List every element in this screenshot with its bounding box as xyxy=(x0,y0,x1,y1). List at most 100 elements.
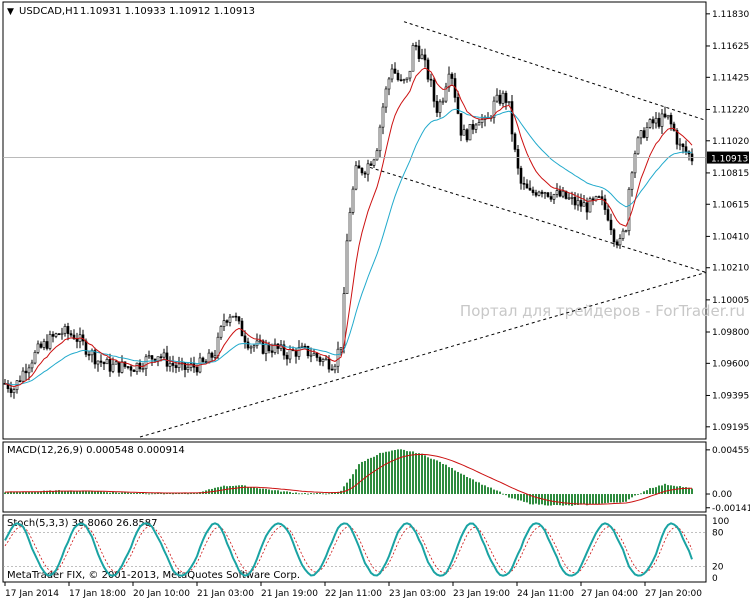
candle-body xyxy=(378,126,382,152)
candle-body xyxy=(51,334,55,337)
candle-body xyxy=(12,389,16,393)
dropdown-triangle-icon[interactable]: ▼ xyxy=(7,7,14,17)
macd-bar xyxy=(292,492,294,495)
macd-bar xyxy=(379,452,381,495)
price-tick-label: 1.10410 xyxy=(712,232,749,242)
macd-bar xyxy=(145,493,147,495)
candle-body xyxy=(462,129,466,136)
macd-bar xyxy=(640,493,642,495)
macd-bar xyxy=(664,483,666,495)
macd-tick-label: -0.001419 xyxy=(712,504,750,514)
macd-bar xyxy=(442,464,444,495)
macd-bar xyxy=(163,493,165,495)
macd-bar xyxy=(91,491,93,495)
candle-body xyxy=(39,343,43,348)
macd-bar xyxy=(625,494,627,502)
candle-body xyxy=(654,117,658,124)
macd-bar xyxy=(73,491,75,495)
macd-bar xyxy=(526,494,528,503)
candle-body xyxy=(468,124,472,141)
candle-body xyxy=(336,348,340,367)
macd-bar xyxy=(466,477,468,495)
candle-body xyxy=(117,361,121,373)
macd-bar xyxy=(601,494,603,504)
candle-body xyxy=(681,143,685,148)
candle-body xyxy=(234,315,238,318)
candle-body xyxy=(543,192,547,194)
macd-bar xyxy=(277,490,279,495)
candle-body xyxy=(678,143,682,146)
candle-body xyxy=(405,77,409,80)
candle-body xyxy=(657,117,661,127)
candle-body xyxy=(213,355,217,358)
candle-body xyxy=(252,345,256,348)
macd-bar xyxy=(253,487,255,495)
macd-bar xyxy=(148,493,150,495)
macd-bar xyxy=(499,491,501,495)
candle-body xyxy=(147,355,151,358)
candle-body xyxy=(144,356,148,370)
price-tick-label: 1.09600 xyxy=(712,359,749,369)
candle-body xyxy=(477,122,481,126)
macd-bar xyxy=(643,491,645,495)
macd-bar xyxy=(637,494,639,495)
macd-bar xyxy=(445,464,447,495)
macd-bar xyxy=(400,449,402,495)
candle-body xyxy=(411,45,415,72)
price-tick-label: 1.10210 xyxy=(712,264,749,274)
macd-bar xyxy=(394,450,396,495)
candle-body xyxy=(354,165,358,190)
candle-body xyxy=(66,326,70,334)
candle-body xyxy=(465,129,469,141)
candle-body xyxy=(639,130,643,139)
candle-body xyxy=(510,101,514,135)
candle-body xyxy=(225,320,229,323)
price-tick-label: 1.10005 xyxy=(712,296,749,306)
candle-body xyxy=(648,119,652,128)
symbol-label: USDCAD,H1 xyxy=(19,6,79,17)
macd-bar xyxy=(487,487,489,495)
candle-body xyxy=(195,366,199,373)
macd-bar xyxy=(361,461,363,495)
candle-body xyxy=(327,358,331,370)
candle-body xyxy=(360,167,364,174)
stoch-tick-label: 100 xyxy=(712,517,729,527)
candle-body xyxy=(105,359,109,365)
time-tick-label: 20 Jan 10:00 xyxy=(133,589,190,599)
candle-body xyxy=(162,352,166,358)
candle-body xyxy=(363,172,367,175)
candle-body xyxy=(210,352,214,358)
candle-body xyxy=(597,196,601,198)
macd-bar xyxy=(412,451,414,495)
candle-body xyxy=(375,150,379,161)
macd-bar xyxy=(388,451,390,495)
macd-bar xyxy=(595,494,597,505)
macd-bar xyxy=(376,455,378,495)
macd-bar xyxy=(604,494,606,504)
candle-body xyxy=(261,340,265,354)
candle-body xyxy=(33,351,37,364)
candle-body xyxy=(150,355,154,360)
candle-body xyxy=(567,197,571,200)
candle-body xyxy=(531,189,535,193)
macd-bar xyxy=(520,494,522,501)
candle-body xyxy=(372,159,376,166)
candle-body xyxy=(270,350,274,353)
macd-bar xyxy=(343,486,345,495)
candle-body xyxy=(399,79,403,82)
candle-body xyxy=(519,167,523,184)
macd-bar xyxy=(124,492,126,495)
candle-body xyxy=(384,88,388,108)
candle-body xyxy=(9,388,13,393)
candle-body xyxy=(402,79,406,81)
chart-canvas[interactable]: Портал для трейдеров - ForTrader.ru ▼ US… xyxy=(0,0,750,600)
macd-bar xyxy=(502,493,504,495)
candle-body xyxy=(576,200,580,206)
candle-body xyxy=(357,165,361,169)
candle-body xyxy=(231,315,235,318)
candle-body xyxy=(276,343,280,349)
macd-bar xyxy=(121,492,123,495)
macd-bar xyxy=(562,494,564,506)
macd-bar xyxy=(154,493,156,495)
candle-body xyxy=(435,100,439,113)
